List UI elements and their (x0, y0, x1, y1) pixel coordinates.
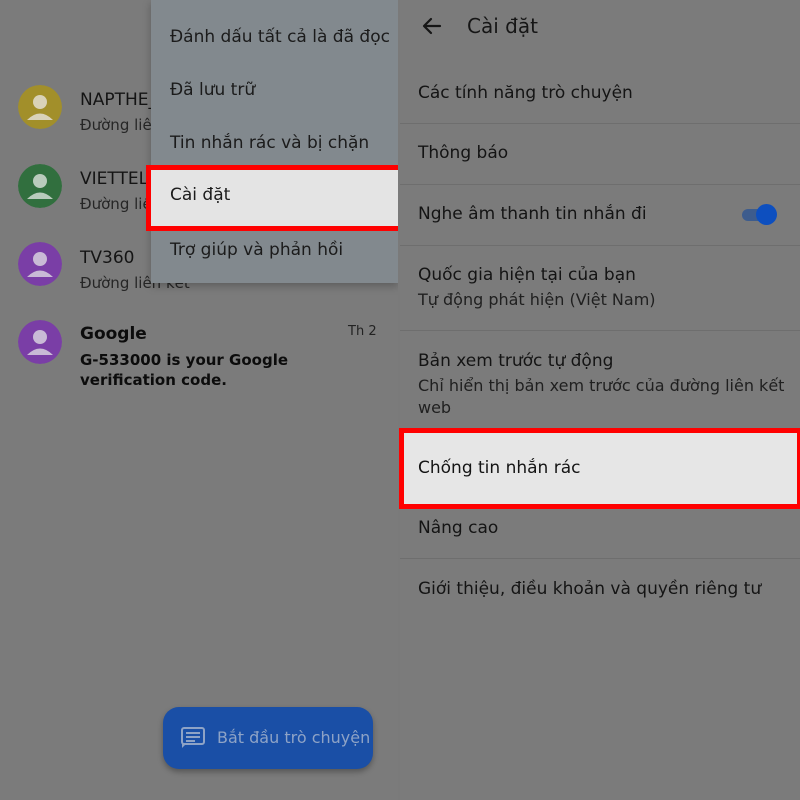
setting-about-terms-privacy[interactable]: Giới thiệu, điều khoản và quyền riêng tư (400, 559, 800, 619)
setting-current-country[interactable]: Quốc gia hiện tại của bạn Tự động phát h… (400, 246, 800, 330)
page-title: Cài đặt (467, 14, 538, 38)
menu-item-label: Cài đặt (170, 185, 231, 205)
setting-title: Nghe âm thanh tin nhắn đi (418, 204, 647, 224)
menu-item-spam-blocked[interactable]: Tin nhắn rác và bị chặn (151, 119, 398, 169)
conversation-preview: Đường liên (80, 116, 162, 134)
conversation-name: TV360 (80, 248, 135, 268)
contact-avatar (18, 242, 62, 286)
person-icon (18, 242, 62, 286)
setting-title: Quốc gia hiện tại của bạn (418, 265, 636, 285)
setting-subtitle: Chỉ hiển thị bản xem trước của đường liê… (418, 376, 785, 417)
contact-avatar (18, 85, 62, 129)
setting-notifications[interactable]: Thông báo (400, 124, 800, 184)
start-chat-label: Bắt đầu trò chuyện (217, 728, 371, 747)
menu-item-label: Đã lưu trữ (170, 80, 256, 100)
setting-title: Bản xem trước tự động (418, 351, 614, 371)
setting-advanced[interactable]: Nâng cao (400, 498, 800, 558)
menu-item-settings[interactable]: Cài đặt (146, 165, 398, 231)
person-icon (18, 164, 62, 208)
menu-item-label: Tin nhắn rác và bị chặn (170, 133, 370, 153)
menu-item-label: Đánh dấu tất cả là đã đọc (170, 27, 390, 47)
setting-title: Thông báo (418, 143, 509, 163)
outgoing-sound-toggle[interactable] (740, 203, 780, 225)
menu-item-help-feedback[interactable]: Trợ giúp và phản hồi (151, 226, 398, 276)
menu-item-label: Trợ giúp và phản hồi (170, 240, 344, 260)
contact-avatar (18, 320, 62, 364)
message-icon (181, 727, 205, 748)
conversation-item[interactable]: Google Th 2 G-533000 is your Google veri… (0, 314, 398, 394)
conversation-time: Th 2 (348, 324, 377, 339)
person-icon (18, 320, 62, 364)
setting-chat-features[interactable]: Các tính năng trò chuyện (400, 64, 800, 124)
start-chat-button[interactable]: Bắt đầu trò chuyện (163, 707, 373, 769)
contact-avatar (18, 164, 62, 208)
setting-title: Chống tin nhắn rác (418, 458, 581, 478)
conversation-preview: G-533000 is your Google verification cod… (80, 351, 289, 389)
back-arrow-icon[interactable] (420, 14, 444, 38)
conversation-list-panel: NAPTHE_ Đường liên VIETTEL Đường liên TV… (0, 0, 398, 800)
setting-title: Nâng cao (418, 518, 499, 538)
conversation-name: NAPTHE_ (80, 90, 158, 110)
setting-title: Giới thiệu, điều khoản và quyền riêng tư (418, 579, 762, 599)
menu-item-archived[interactable]: Đã lưu trữ (151, 66, 398, 116)
setting-spam-protection[interactable]: Chống tin nhắn rác (399, 428, 800, 509)
conversation-name: VIETTEL (80, 169, 149, 189)
settings-panel: Cài đặt Các tính năng trò chuyện Thông b… (400, 0, 800, 800)
conversation-preview: Đường liên (80, 195, 162, 213)
setting-subtitle: Tự động phát hiện (Việt Nam) (418, 290, 656, 309)
conversation-name: Google (80, 324, 147, 344)
menu-item-mark-all-read[interactable]: Đánh dấu tất cả là đã đọc (151, 13, 398, 63)
setting-auto-preview[interactable]: Bản xem trước tự động Chỉ hiển thị bản x… (400, 331, 800, 431)
person-icon (18, 85, 62, 129)
setting-title: Các tính năng trò chuyện (418, 83, 633, 103)
toggle-knob (756, 204, 777, 225)
overflow-menu: Đánh dấu tất cả là đã đọc Đã lưu trữ Tin… (146, 0, 398, 283)
